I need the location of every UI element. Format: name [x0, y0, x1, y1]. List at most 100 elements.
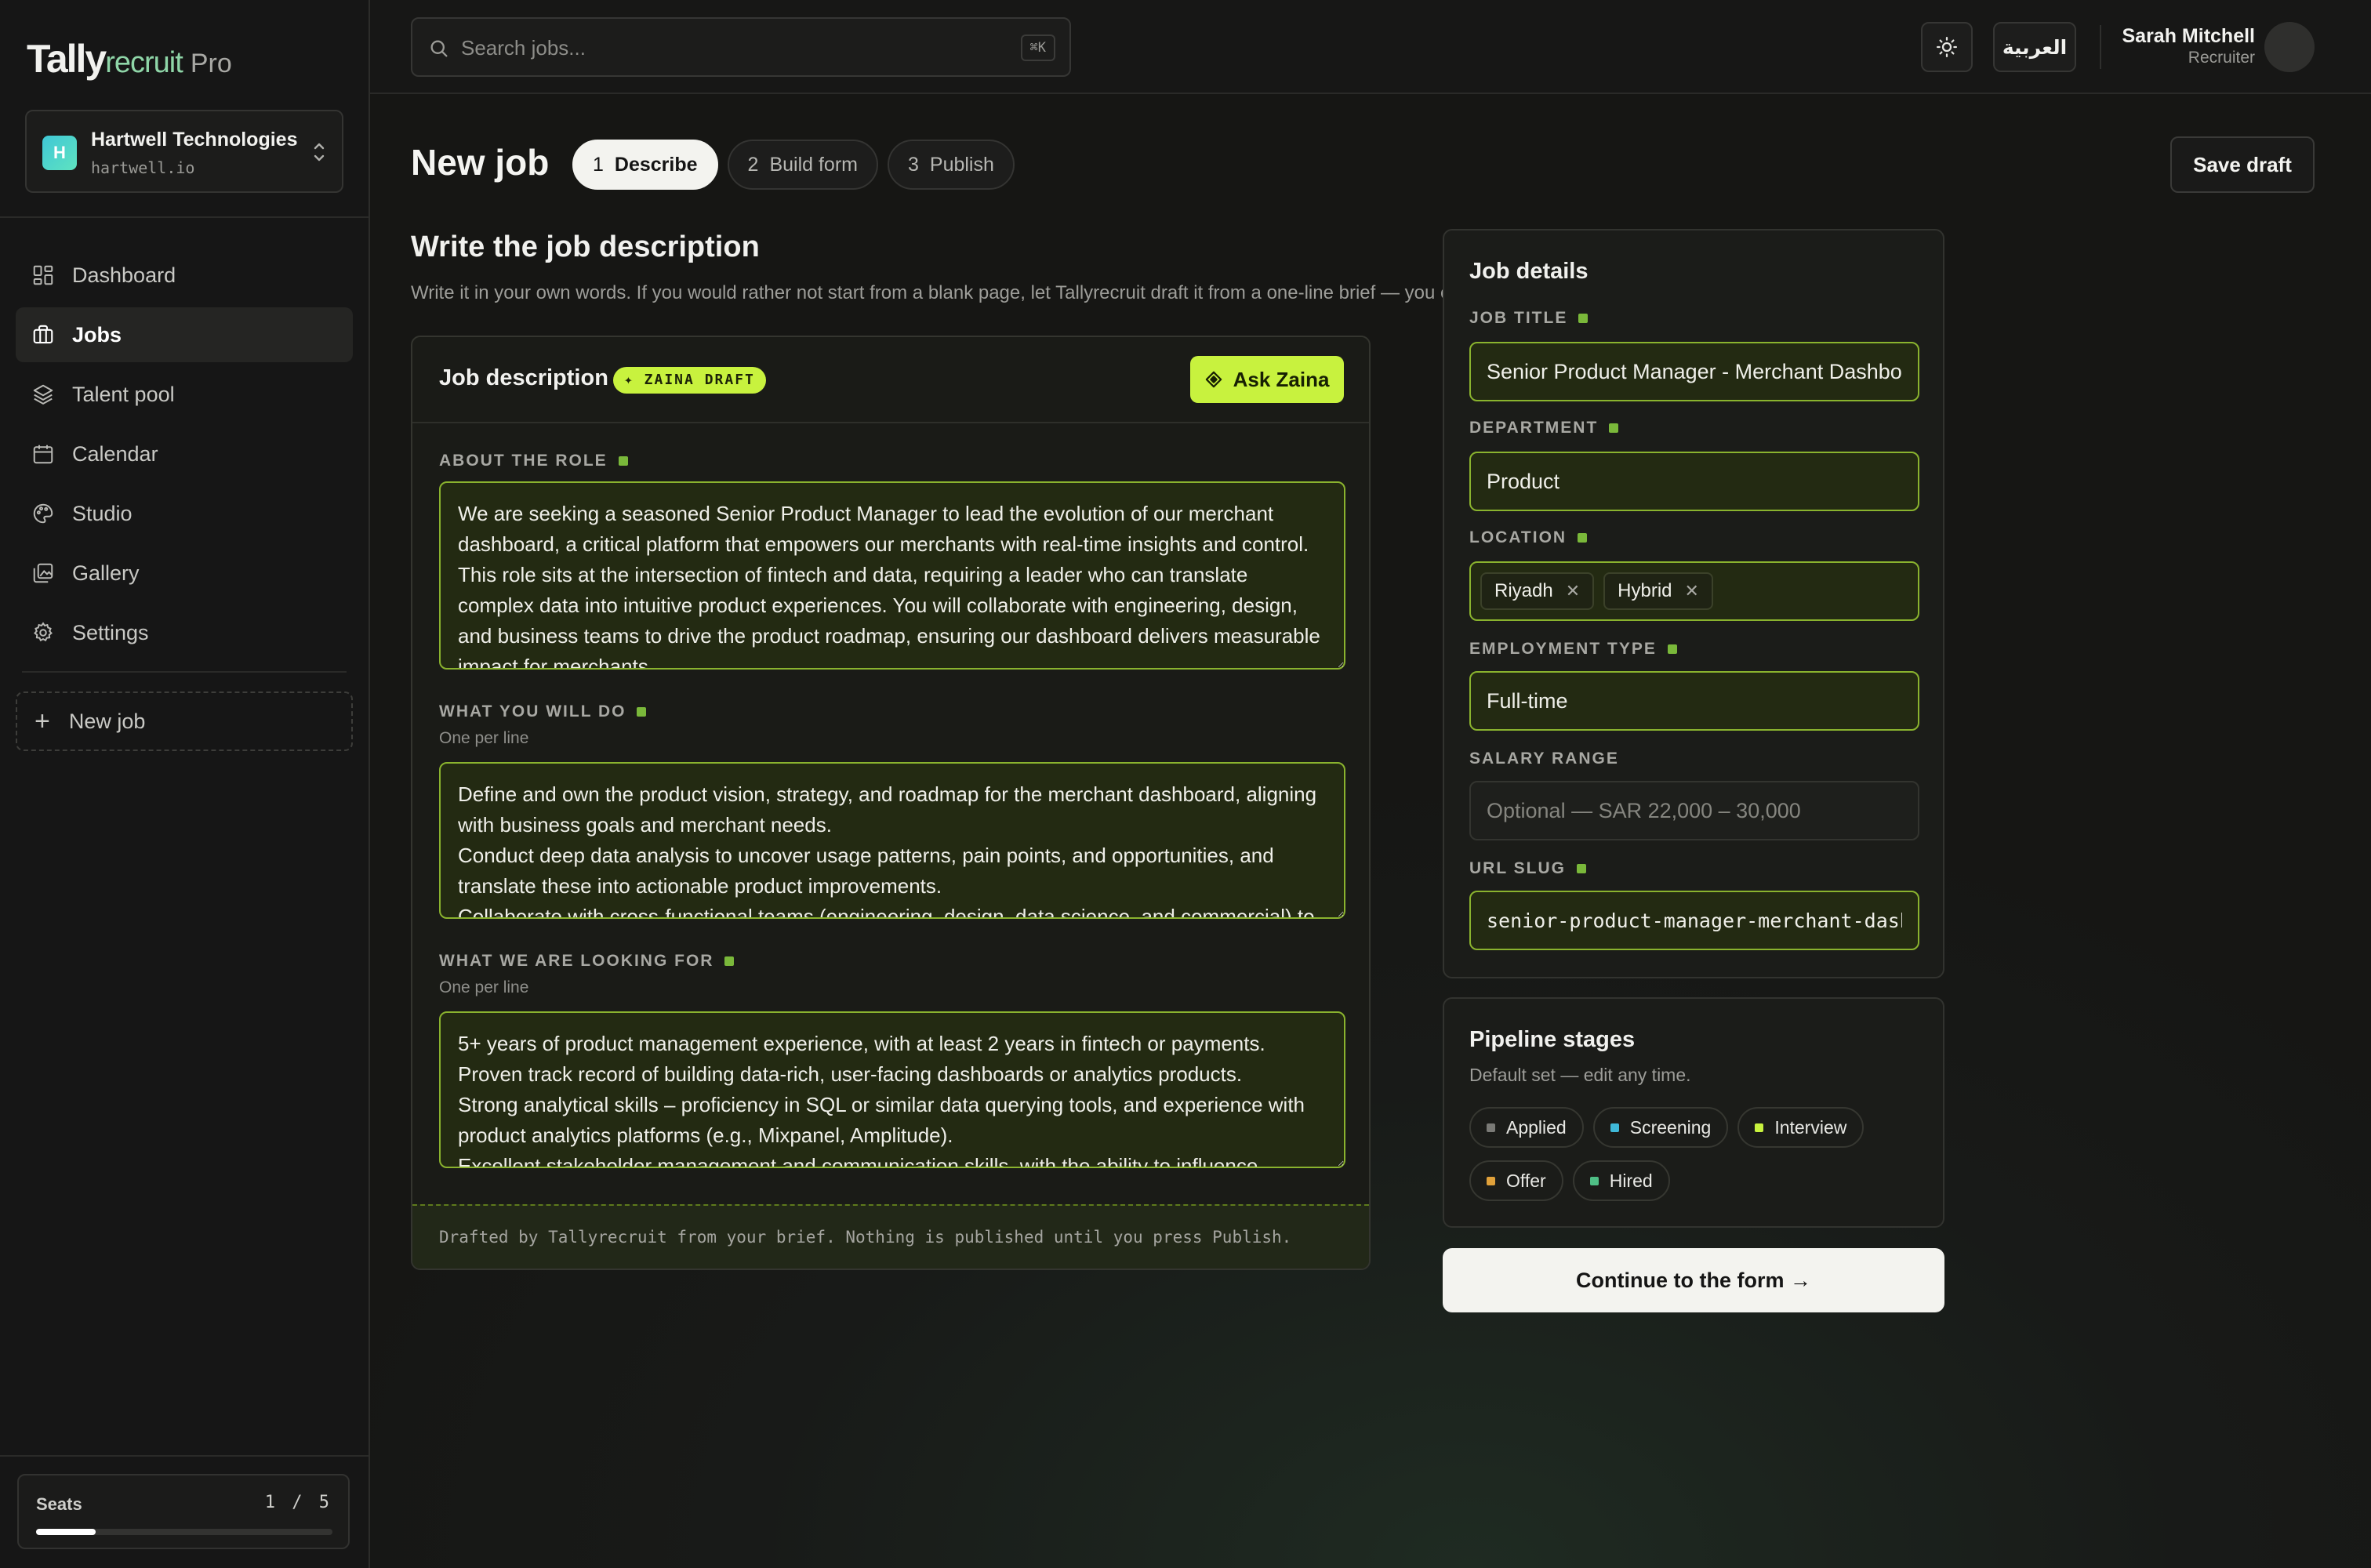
sidebar-item-settings[interactable]: Settings — [16, 605, 353, 660]
url-slug-label: URL SLUG — [1469, 859, 1586, 878]
sparkle-diamond-icon — [1205, 371, 1222, 388]
required-marker — [724, 956, 735, 966]
stage-chip-screening[interactable]: Screening — [1592, 1107, 1729, 1148]
sidebar-item-label: Settings — [72, 620, 149, 644]
what-you-will-do-textarea[interactable] — [439, 762, 1345, 919]
field-label-text: WHAT YOU WILL DO — [439, 702, 626, 720]
language-switch-button[interactable]: العربية — [1993, 22, 2076, 72]
location-tag[interactable]: Riyadh ✕ — [1480, 572, 1595, 610]
stage-chip-interview[interactable]: Interview — [1737, 1107, 1864, 1148]
organization-switcher[interactable]: H Hartwell Technologies hartwell.io — [25, 110, 343, 193]
pipeline-title: Pipeline stages — [1469, 1027, 1636, 1052]
field-label-text: URL SLUG — [1469, 859, 1566, 877]
remove-tag-icon[interactable]: ✕ — [1566, 581, 1580, 601]
plan-tier-label: Pro — [190, 49, 232, 78]
step-publish[interactable]: 3 Publish — [887, 140, 1015, 190]
required-marker — [1609, 423, 1619, 433]
theme-toggle-button[interactable] — [1921, 22, 1973, 72]
stage-chip-hired[interactable]: Hired — [1572, 1160, 1670, 1201]
search-input[interactable] — [461, 31, 947, 64]
job-title-input[interactable] — [1469, 342, 1919, 401]
step-number: 2 — [747, 153, 759, 176]
step-number: 3 — [907, 153, 919, 176]
location-tag-input[interactable]: Riyadh ✕ Hybrid ✕ — [1469, 561, 1919, 621]
remove-tag-icon[interactable]: ✕ — [1685, 581, 1699, 601]
continue-to-form-button[interactable]: Continue to the form → — [1443, 1248, 1944, 1312]
sidebar-item-talent-pool[interactable]: Talent pool — [16, 367, 353, 422]
sidebar-divider — [0, 1455, 369, 1457]
location-tag-label: Riyadh — [1494, 580, 1553, 601]
stage-chip-offer[interactable]: Offer — [1469, 1160, 1563, 1201]
sidebar-item-dashboard[interactable]: Dashboard — [16, 248, 353, 303]
required-marker — [1578, 533, 1588, 543]
job-description-header: Job description ✦ ZAINA DRAFT Ask Zaina — [412, 337, 1369, 423]
sidebar-item-gallery[interactable]: Gallery — [16, 546, 353, 601]
url-slug-input[interactable] — [1469, 891, 1919, 950]
ask-zaina-button[interactable]: Ask Zaina — [1190, 356, 1344, 403]
stage-color-dot — [1610, 1123, 1619, 1132]
search-icon — [430, 40, 448, 57]
sidebar-item-label: Studio — [72, 501, 133, 525]
department-label: DEPARTMENT — [1469, 419, 1619, 437]
step-describe[interactable]: 1 Describe — [572, 140, 718, 190]
sidebar-divider — [22, 671, 347, 673]
save-draft-button[interactable]: Save draft — [2170, 136, 2315, 193]
seats-progress-fill — [36, 1529, 96, 1535]
sidebar-item-label: Gallery — [72, 561, 140, 585]
topbar-divider — [2100, 25, 2101, 69]
about-role-textarea[interactable] — [439, 481, 1345, 670]
stage-color-dot — [1487, 1123, 1495, 1132]
sidebar-item-jobs[interactable]: Jobs — [16, 307, 353, 362]
location-tag[interactable]: Hybrid ✕ — [1603, 572, 1713, 610]
sidebar-item-studio[interactable]: Studio — [16, 486, 353, 541]
sidebar-nav: Dashboard Jobs Talent pool Calendar Stud… — [16, 248, 353, 665]
app-logo[interactable]: Tally recruit Pro — [27, 36, 232, 83]
what-we-are-looking-for-textarea[interactable] — [439, 1011, 1345, 1168]
dashboard-icon — [33, 265, 53, 285]
step-build-form[interactable]: 2 Build form — [727, 140, 878, 190]
stage-chip-applied[interactable]: Applied — [1469, 1107, 1584, 1148]
layers-icon — [33, 384, 53, 405]
job-description-title: Job description — [439, 365, 608, 390]
sidebar-item-label: Jobs — [72, 322, 122, 347]
stage-color-dot — [1755, 1123, 1764, 1132]
new-job-button[interactable]: + New job — [16, 691, 353, 751]
pipeline-subtitle: Default set — edit any time. — [1469, 1065, 1691, 1085]
top-bar: ⌘K العربية Sarah Mitchell Recruiter — [370, 0, 2371, 94]
palette-icon — [33, 503, 53, 524]
stage-label: Screening — [1629, 1116, 1712, 1138]
organization-name: Hartwell Technologies — [91, 129, 298, 151]
pipeline-stage-list: Applied Screening Interview Offer Hired — [1469, 1107, 1924, 1201]
user-role: Recruiter — [2188, 49, 2255, 67]
organization-domain: hartwell.io — [91, 158, 195, 177]
gallery-icon — [33, 563, 53, 583]
required-marker — [1667, 644, 1677, 654]
zaina-draft-badge: ✦ ZAINA DRAFT — [613, 367, 766, 394]
what-you-will-do-label: WHAT YOU WILL DO — [439, 702, 647, 721]
stage-label: Interview — [1774, 1116, 1847, 1138]
user-avatar[interactable] — [2264, 22, 2315, 72]
employment-type-label: EMPLOYMENT TYPE — [1469, 640, 1677, 659]
section-title: Write the job description — [411, 230, 760, 263]
job-details-title: Job details — [1469, 259, 1589, 284]
employment-type-input[interactable] — [1469, 671, 1919, 731]
about-role-label: ABOUT THE ROLE — [439, 452, 628, 470]
field-label-text: DEPARTMENT — [1469, 419, 1599, 437]
required-marker — [1578, 314, 1589, 323]
field-label-text: LOCATION — [1469, 528, 1567, 546]
step-label: Build form — [769, 153, 858, 176]
main-content: New job 1 Describe 2 Build form 3 Publis… — [370, 96, 2371, 1568]
search-box[interactable]: ⌘K — [411, 17, 1071, 77]
job-description-card: Job description ✦ ZAINA DRAFT Ask Zaina … — [411, 336, 1371, 1270]
job-details-panel: Job details JOB TITLE DEPARTMENT LOCATIO… — [1443, 229, 1944, 978]
stage-color-dot — [1487, 1176, 1495, 1185]
sidebar-item-label: Talent pool — [72, 382, 175, 406]
gear-icon — [34, 622, 53, 642]
salary-range-input[interactable] — [1469, 781, 1919, 840]
stage-label: Offer — [1506, 1170, 1546, 1191]
salary-range-label: SALARY RANGE — [1469, 750, 1619, 768]
department-input[interactable] — [1469, 452, 1919, 511]
sidebar-item-calendar[interactable]: Calendar — [16, 426, 353, 481]
field-label-text: WHAT WE ARE LOOKING FOR — [439, 952, 714, 970]
seats-label: Seats — [36, 1494, 82, 1514]
